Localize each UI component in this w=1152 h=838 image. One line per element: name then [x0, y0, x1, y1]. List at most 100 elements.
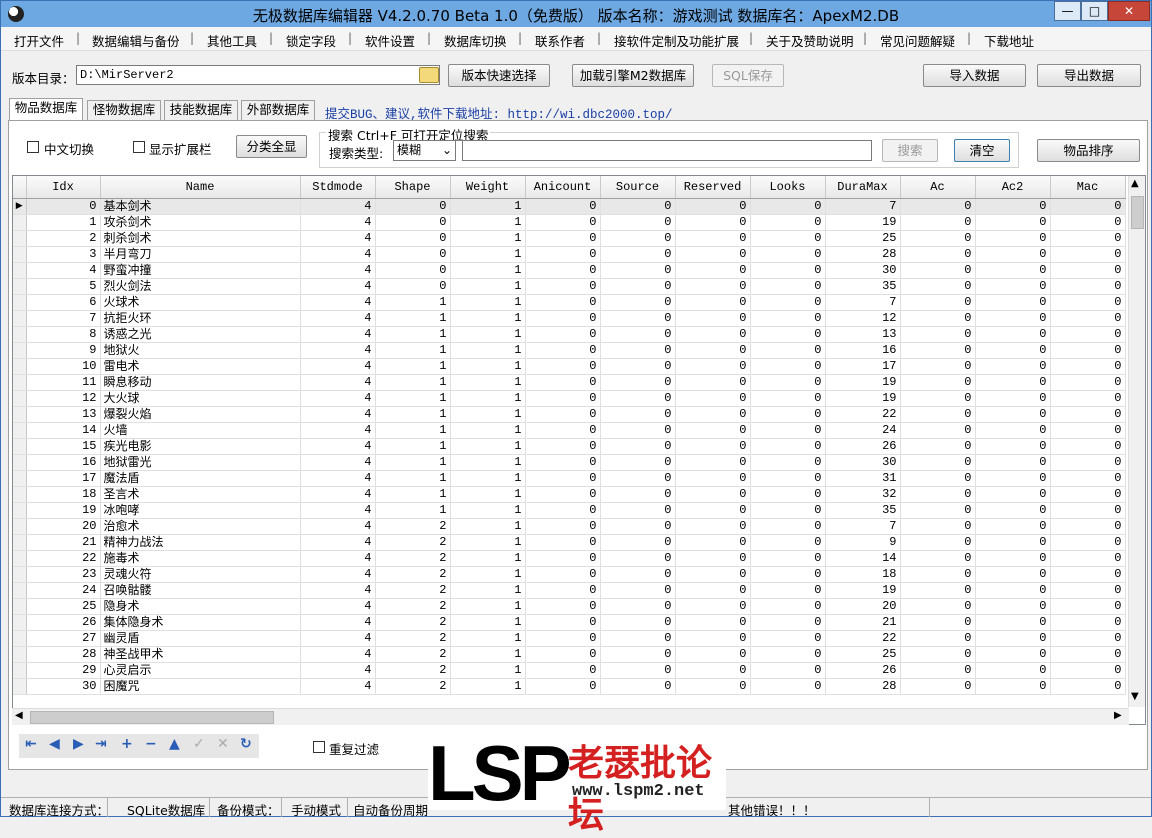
cell-anicount[interactable]: 0	[525, 326, 601, 343]
cell-idx[interactable]: 30	[26, 678, 101, 695]
cell-ac[interactable]: 0	[900, 198, 976, 215]
cell-duramax[interactable]: 30	[825, 262, 901, 279]
nav-post-icon[interactable]: ✓	[193, 736, 205, 752]
cell-source[interactable]: 0	[600, 422, 676, 439]
cell-mac[interactable]: 0	[1050, 198, 1126, 215]
cell-anicount[interactable]: 0	[525, 518, 601, 535]
cell-mac[interactable]: 0	[1050, 534, 1126, 551]
cell-mac[interactable]: 0	[1050, 678, 1126, 695]
menu-other-tools[interactable]: 其他工具	[207, 31, 257, 50]
cell-reserved[interactable]: 0	[675, 662, 751, 679]
row-indicator[interactable]	[13, 630, 27, 647]
cell-weight[interactable]: 1	[450, 598, 526, 615]
cell-weight[interactable]: 1	[450, 230, 526, 247]
column-header-ac[interactable]: Ac	[900, 176, 976, 199]
tab-monsters[interactable]: 怪物数据库	[87, 100, 161, 120]
cell-stdmode[interactable]: 4	[300, 246, 376, 263]
cell-stdmode[interactable]: 4	[300, 214, 376, 231]
cell-idx[interactable]: 18	[26, 486, 101, 503]
cell-name[interactable]: 雷电术	[100, 358, 301, 375]
cell-weight[interactable]: 1	[450, 518, 526, 535]
cell-anicount[interactable]: 0	[525, 246, 601, 263]
row-indicator[interactable]	[13, 326, 27, 343]
cell-weight[interactable]: 1	[450, 678, 526, 695]
cell-ac2[interactable]: 0	[975, 550, 1051, 567]
cell-source[interactable]: 0	[600, 518, 676, 535]
cell-weight[interactable]: 1	[450, 438, 526, 455]
cell-name[interactable]: 灵魂火符	[100, 566, 301, 583]
cell-anicount[interactable]: 0	[525, 422, 601, 439]
cell-idx[interactable]: 19	[26, 502, 101, 519]
cell-weight[interactable]: 1	[450, 646, 526, 663]
table-row[interactable]: 23 灵魂火符 4 2 1 0 0 0 0 18 0 0 0	[13, 566, 1126, 583]
cell-anicount[interactable]: 0	[525, 390, 601, 407]
column-header-idx[interactable]: Idx	[26, 176, 101, 199]
cell-weight[interactable]: 1	[450, 662, 526, 679]
cell-ac[interactable]: 0	[900, 390, 976, 407]
cell-looks[interactable]: 0	[750, 342, 826, 359]
row-indicator[interactable]	[13, 662, 27, 679]
cell-weight[interactable]: 1	[450, 278, 526, 295]
cell-source[interactable]: 0	[600, 566, 676, 583]
column-header-looks[interactable]: Looks	[750, 176, 826, 199]
row-indicator[interactable]	[13, 454, 27, 471]
cell-reserved[interactable]: 0	[675, 566, 751, 583]
cell-reserved[interactable]: 0	[675, 582, 751, 599]
cell-anicount[interactable]: 0	[525, 406, 601, 423]
nav-refresh-icon[interactable]: ↻	[240, 736, 252, 752]
cell-duramax[interactable]: 28	[825, 678, 901, 695]
row-indicator[interactable]	[13, 470, 27, 487]
menu-contact[interactable]: 联系作者	[535, 31, 585, 50]
cell-mac[interactable]: 0	[1050, 422, 1126, 439]
cell-looks[interactable]: 0	[750, 310, 826, 327]
column-header-reserved[interactable]: Reserved	[675, 176, 751, 199]
cell-source[interactable]: 0	[600, 310, 676, 327]
cell-duramax[interactable]: 9	[825, 534, 901, 551]
sort-items-button[interactable]: 物品排序	[1037, 139, 1140, 162]
column-header-stdmode[interactable]: Stdmode	[300, 176, 376, 199]
cell-looks[interactable]: 0	[750, 614, 826, 631]
cell-idx[interactable]: 10	[26, 358, 101, 375]
category-all-button[interactable]: 分类全显	[236, 135, 307, 158]
cell-reserved[interactable]: 0	[675, 486, 751, 503]
cell-ac[interactable]: 0	[900, 678, 976, 695]
cell-idx[interactable]: 25	[26, 598, 101, 615]
cell-stdmode[interactable]: 4	[300, 582, 376, 599]
row-indicator[interactable]	[13, 390, 27, 407]
cell-idx[interactable]: 7	[26, 310, 101, 327]
table-row[interactable]: 26 集体隐身术 4 2 1 0 0 0 0 21 0 0 0	[13, 614, 1126, 631]
cell-name[interactable]: 半月弯刀	[100, 246, 301, 263]
cell-looks[interactable]: 0	[750, 374, 826, 391]
cell-idx[interactable]: 9	[26, 342, 101, 359]
nav-next-icon[interactable]: ▶	[73, 736, 84, 752]
cell-ac2[interactable]: 0	[975, 598, 1051, 615]
menu-about[interactable]: 关于及赞助说明	[766, 31, 854, 50]
row-indicator[interactable]	[13, 422, 27, 439]
cell-mac[interactable]: 0	[1050, 358, 1126, 375]
cell-shape[interactable]: 0	[375, 230, 451, 247]
cell-shape[interactable]: 2	[375, 646, 451, 663]
cell-duramax[interactable]: 17	[825, 358, 901, 375]
cell-stdmode[interactable]: 4	[300, 326, 376, 343]
cell-source[interactable]: 0	[600, 646, 676, 663]
menu-edit-backup[interactable]: 数据编辑与备份	[92, 31, 180, 50]
cell-mac[interactable]: 0	[1050, 438, 1126, 455]
cell-source[interactable]: 0	[600, 278, 676, 295]
cell-stdmode[interactable]: 4	[300, 534, 376, 551]
table-row[interactable]: 11 瞬息移动 4 1 1 0 0 0 0 19 0 0 0	[13, 374, 1126, 391]
cell-ac[interactable]: 0	[900, 262, 976, 279]
cell-name[interactable]: 野蛮冲撞	[100, 262, 301, 279]
cell-idx[interactable]: 6	[26, 294, 101, 311]
dir-input[interactable]: D:\MirServer2	[76, 65, 440, 85]
table-row[interactable]: 20 治愈术 4 2 1 0 0 0 0 7 0 0 0	[13, 518, 1126, 535]
cell-source[interactable]: 0	[600, 486, 676, 503]
cell-reserved[interactable]: 0	[675, 326, 751, 343]
clear-button[interactable]: 清空	[954, 139, 1010, 162]
cell-shape[interactable]: 1	[375, 438, 451, 455]
cell-name[interactable]: 攻杀剑术	[100, 214, 301, 231]
cell-reserved[interactable]: 0	[675, 390, 751, 407]
cell-weight[interactable]: 1	[450, 406, 526, 423]
cell-stdmode[interactable]: 4	[300, 630, 376, 647]
table-row[interactable]: 7 抗拒火环 4 1 1 0 0 0 0 12 0 0 0	[13, 310, 1126, 327]
search-button[interactable]: 搜索	[882, 139, 938, 162]
